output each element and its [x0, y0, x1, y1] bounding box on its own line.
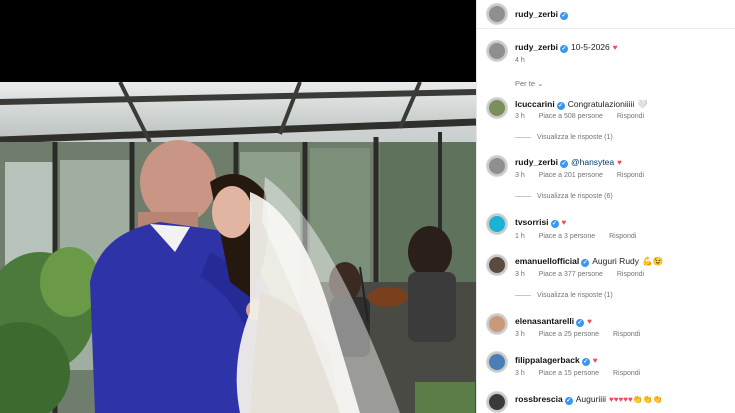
comment-username[interactable]: filippalagerback — [515, 355, 580, 365]
post-media-area — [0, 0, 476, 413]
comment-meta: 3 h Piace a 508 persone Rispondi — [515, 113, 656, 120]
comment-username[interactable]: rossbrescia — [515, 394, 563, 404]
reply-button[interactable]: Rispondi — [613, 331, 640, 338]
comment-text: Auguri Rudy — [592, 256, 640, 266]
comment-meta: 3 h Piace a 201 persone Rispondi — [515, 172, 656, 179]
reply-button[interactable]: Rispondi — [609, 233, 636, 240]
heart-emoji: ♥ — [617, 158, 622, 167]
comment-meta: 3 h Piace a 15 persone Rispondi — [515, 370, 652, 377]
comment-meta: 3 h Piace a 25 persone Rispondi — [515, 331, 652, 338]
comment-time: 3 h — [515, 370, 525, 377]
comment-line: lcuccarini ✓ Congratulazioniiiii 🤍 — [515, 99, 648, 110]
verified-icon: ✓ — [581, 259, 590, 267]
comment-line: rossbrescia ✓ Auguriiii ♥♥♥♥♥👏👏👏 — [515, 394, 663, 405]
heart-emoji: ♥ — [612, 43, 618, 52]
reply-button[interactable]: Rispondi — [617, 113, 644, 120]
comment-likes[interactable]: Piace a 201 persone — [539, 172, 603, 179]
divider — [515, 195, 531, 197]
comment-avatar[interactable] — [486, 313, 508, 335]
caption-username[interactable]: rudy_zerbi — [515, 42, 558, 52]
comment-username[interactable]: tvsorrisi — [515, 217, 549, 227]
view-replies-label: Visualizza le risposte (1) — [537, 134, 613, 141]
mention-link[interactable]: @hansytea — [571, 157, 614, 167]
verified-icon: ✓ — [550, 220, 559, 228]
caption-text: 10-5-2026 — [571, 42, 610, 52]
comment-avatar[interactable] — [486, 351, 508, 373]
comment-likes[interactable]: Piace a 508 persone — [539, 113, 603, 120]
comment-time: 3 h — [515, 331, 525, 338]
verified-icon: ✓ — [560, 45, 568, 53]
comment-line: rudy_zerbi ✓ @hansytea ♥ — [515, 157, 622, 168]
view-replies-button[interactable]: Visualizza le risposte (6) — [515, 193, 613, 200]
sort-dropdown[interactable]: Per te ⌄ — [515, 79, 543, 88]
comment-meta: 3 h Piace a 377 persone Rispondi — [515, 271, 656, 278]
comment-avatar[interactable] — [486, 213, 508, 235]
avatar[interactable] — [486, 3, 508, 25]
comment-username[interactable]: rudy_zerbi — [515, 157, 558, 167]
comment-time: 1 h — [515, 233, 525, 240]
reply-button[interactable]: Rispondi — [613, 370, 640, 377]
comment-avatar[interactable] — [486, 391, 508, 413]
header-username-text[interactable]: rudy_zerbi — [515, 9, 558, 19]
comment-avatar[interactable] — [486, 97, 508, 119]
comment-likes[interactable]: Piace a 15 persone — [539, 370, 599, 377]
comment-likes[interactable]: Piace a 3 persone — [539, 233, 595, 240]
comment-likes[interactable]: Piace a 25 persone — [539, 331, 599, 338]
divider — [515, 294, 531, 296]
comment-username[interactable]: elenasantarelli — [515, 316, 574, 326]
comment-line: filippalagerback ✓ ♥ — [515, 355, 597, 366]
caption-time: 4 h — [515, 57, 525, 64]
comment-line: elenasantarelli ✓ ♥ — [515, 316, 592, 327]
comment-avatar[interactable] — [486, 254, 508, 276]
divider — [515, 136, 531, 138]
view-replies-label: Visualizza le risposte (6) — [537, 193, 613, 200]
comment-emoji: 💪😉 — [642, 256, 664, 266]
comment-text: Auguriiii — [575, 394, 606, 404]
caption-avatar[interactable] — [486, 40, 508, 62]
comment-username[interactable]: emanuellofficial — [515, 256, 579, 266]
comment-line: emanuellofficial ✓ Auguri Rudy 💪😉 — [515, 256, 663, 267]
comment-time: 3 h — [515, 113, 525, 120]
comment-text: Congratulazioniiiii — [567, 99, 635, 109]
view-replies-button[interactable]: Visualizza le risposte (1) — [515, 134, 613, 141]
view-replies-button[interactable]: Visualizza le risposte (1) — [515, 292, 613, 299]
comment-avatar[interactable] — [486, 155, 508, 177]
sort-label: Per te — [515, 79, 536, 88]
comments-panel: rudy_zerbi ✓ rudy_zerbi ✓ 10-5-2026 ♥ 4 h Pe… — [476, 0, 735, 413]
comment-emoji: 🤍 — [637, 99, 648, 109]
verified-icon: ✓ — [564, 397, 573, 405]
header-username[interactable]: rudy_zerbi ✓ — [515, 9, 568, 20]
heart-emoji: ♥ — [561, 218, 567, 227]
verified-icon: ✓ — [560, 160, 568, 168]
comment-time: 3 h — [515, 271, 525, 278]
comment-time: 3 h — [515, 172, 525, 179]
verified-icon: ✓ — [556, 102, 565, 110]
heart-emoji: ♥ — [587, 317, 592, 326]
caption: rudy_zerbi ✓ 10-5-2026 ♥ — [515, 42, 618, 53]
post-header: rudy_zerbi ✓ — [477, 0, 735, 29]
comment-emoji: ♥♥♥♥♥👏👏👏 — [608, 395, 663, 404]
wedding-photo[interactable] — [0, 82, 476, 413]
verified-icon: ✓ — [560, 12, 568, 20]
verified-icon: ✓ — [581, 358, 590, 366]
reply-button[interactable]: Rispondi — [617, 271, 644, 278]
view-replies-label: Visualizza le risposte (1) — [537, 292, 613, 299]
reply-button[interactable]: Rispondi — [617, 172, 644, 179]
verified-icon: ✓ — [576, 319, 585, 327]
chevron-down-icon: ⌄ — [537, 79, 544, 88]
comment-line: tvsorrisi ✓ ♥ — [515, 217, 566, 228]
comment-username[interactable]: lcuccarini — [515, 99, 555, 109]
comment-meta: 1 h Piace a 3 persone Rispondi — [515, 233, 648, 240]
comment-likes[interactable]: Piace a 377 persone — [539, 271, 603, 278]
heart-emoji: ♥ — [592, 356, 598, 365]
